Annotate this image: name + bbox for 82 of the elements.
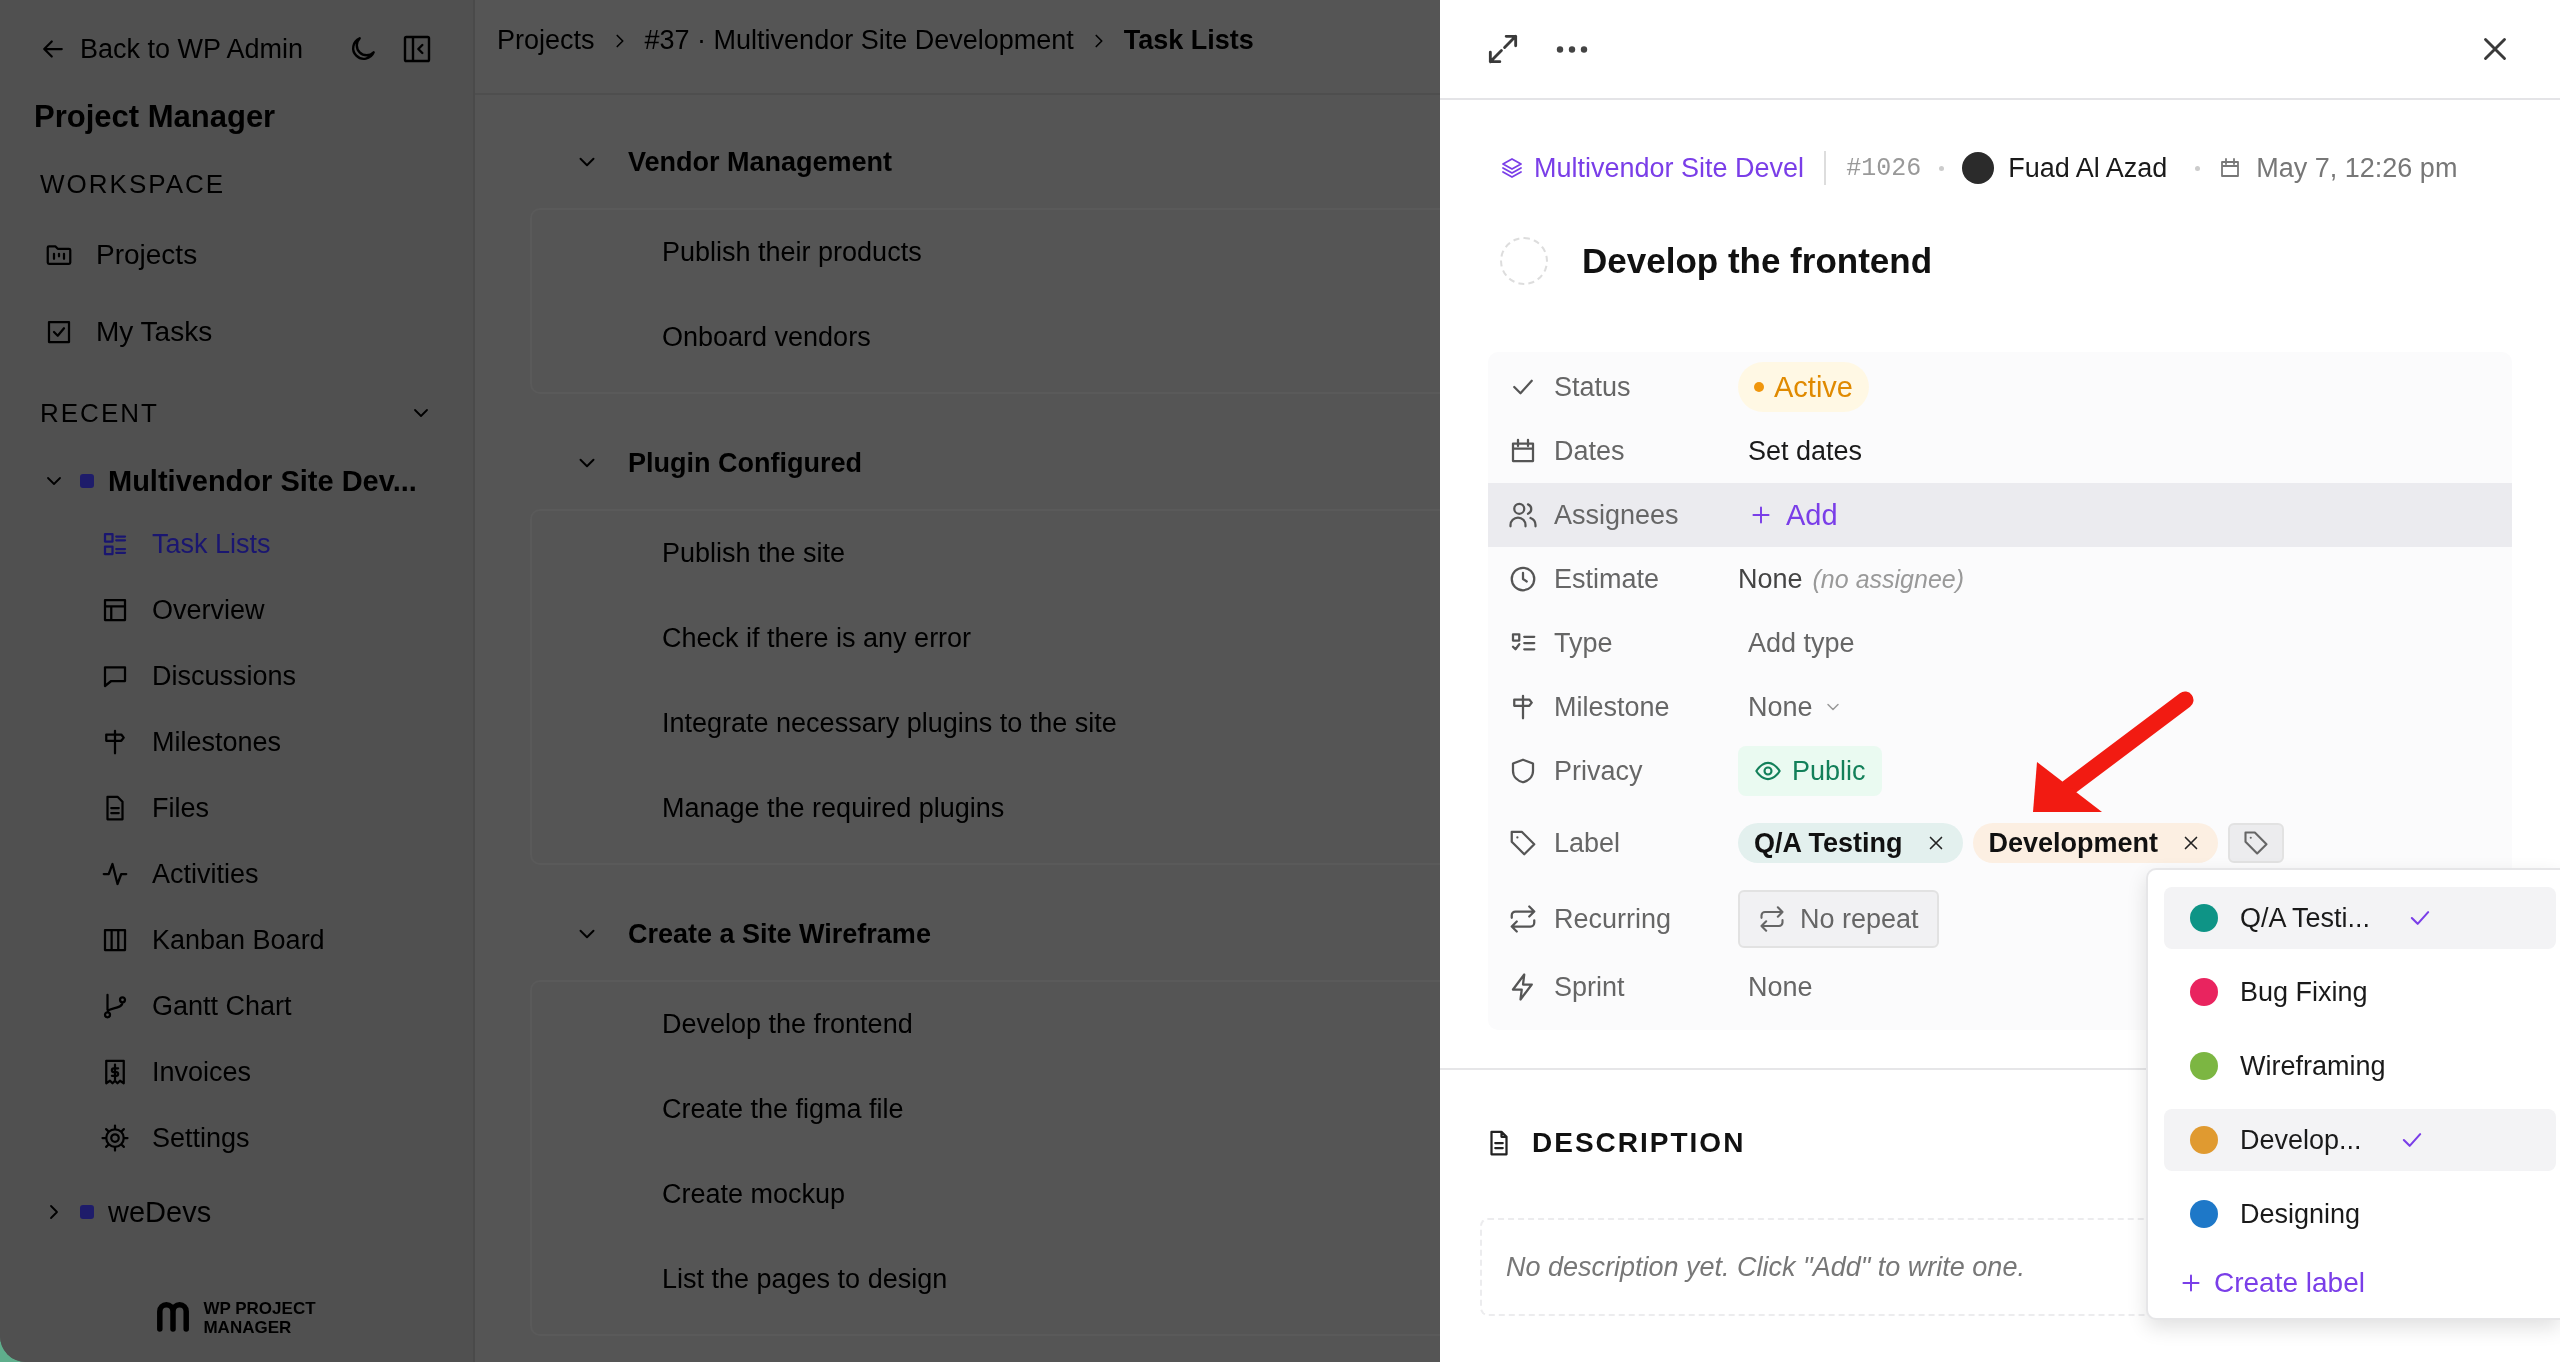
assignee-name: Fuad Al Azad xyxy=(2008,152,2168,184)
nav-item[interactable]: Discussions xyxy=(34,643,433,709)
task-title[interactable]: Integrate necessary plugins to the site xyxy=(662,708,1117,739)
property-label: Sprint xyxy=(1554,971,1626,1003)
breadcrumb-link[interactable]: Projects xyxy=(497,25,595,56)
tag-icon xyxy=(1508,828,1538,858)
label-option[interactable]: Q/A Testi... xyxy=(2164,887,2556,949)
section-heading: WORKSPACE xyxy=(39,168,227,201)
nav-item[interactable]: Invoices xyxy=(34,1039,433,1105)
section-heading: RECENT xyxy=(40,397,159,429)
breadcrumb-link[interactable]: Task Lists xyxy=(1123,25,1254,56)
property-label: Estimate xyxy=(1554,563,1661,595)
privacy-badge[interactable]: Public xyxy=(1738,746,1882,796)
property-label: Recurring xyxy=(1554,903,1673,935)
label-option[interactable]: Develop... xyxy=(2164,1109,2556,1171)
nav-item[interactable]: Task Lists xyxy=(34,511,433,577)
nav-item[interactable]: Milestones xyxy=(34,709,433,775)
collapse-sidebar-icon xyxy=(401,33,433,65)
property-value[interactable]: Set dates xyxy=(1738,435,1863,467)
nav-item[interactable]: Gantt Chart xyxy=(34,973,433,1039)
task-list-title: Plugin Configured xyxy=(628,447,862,479)
task-id: #1026 xyxy=(1846,153,1922,183)
complete-toggle[interactable] xyxy=(1500,237,1548,285)
property-value[interactable]: None xyxy=(1738,563,1803,595)
recurring-button[interactable]: No repeat xyxy=(1738,890,1939,948)
task-list-title: Vendor Management xyxy=(628,146,893,178)
status-badge[interactable]: Active xyxy=(1738,362,1869,412)
label-chip: Q/A Testing xyxy=(1738,823,1963,863)
nav-item[interactable]: My Tasks xyxy=(34,293,433,370)
task-title[interactable]: Check if there is any error xyxy=(662,623,972,654)
nav-item[interactable]: Activities xyxy=(34,841,433,907)
nav-item[interactable]: Projects xyxy=(34,216,433,293)
created-date: May 7, 12:26 pm xyxy=(2256,152,2458,184)
separator-dot-icon xyxy=(2195,165,2201,171)
more-options-icon[interactable] xyxy=(1556,43,1588,55)
repeat-icon xyxy=(1508,904,1538,934)
task-title[interactable]: Manage the required plugins xyxy=(662,793,1005,824)
task-list-title: Create a Site Wireframe xyxy=(628,918,931,950)
project-item[interactable]: weDevs xyxy=(34,1182,433,1242)
add-assignee-link[interactable]: Add xyxy=(1738,498,1838,532)
property-label: Assignees xyxy=(1554,499,1680,531)
app-title: Project Manager xyxy=(34,98,277,136)
nav-item[interactable]: Kanban Board xyxy=(34,907,433,973)
property-label: Type xyxy=(1554,627,1614,659)
clock-icon xyxy=(1508,564,1538,594)
nav-item[interactable]: Settings xyxy=(34,1105,433,1171)
section-heading: DESCRIPTION xyxy=(1532,1127,1746,1159)
logo-text: WP PROJECT xyxy=(203,1299,316,1318)
layers-icon xyxy=(1500,156,1524,180)
task-title[interactable]: Create the figma file xyxy=(662,1094,904,1125)
property-label: Milestone xyxy=(1554,691,1671,723)
property-label: Privacy xyxy=(1554,755,1644,787)
task-title[interactable]: Publish the site xyxy=(662,538,846,569)
avatar xyxy=(1962,152,1995,184)
project-link[interactable]: Multivendor Site Devel xyxy=(1500,152,1805,184)
property-value[interactable]: None xyxy=(1738,971,1813,1003)
property-label: Dates xyxy=(1554,435,1626,467)
task-title[interactable]: Onboard vendors xyxy=(662,322,871,353)
task-title[interactable]: Create mockup xyxy=(662,1179,846,1210)
project-item[interactable]: Multivendor Site Dev... xyxy=(34,451,433,511)
users-icon xyxy=(1508,500,1538,530)
logo-text: MANAGER xyxy=(203,1318,293,1337)
property-note: (no assignee) xyxy=(1812,564,1965,594)
breadcrumb-link[interactable]: #37 · Multivendor Site Development xyxy=(644,25,1074,56)
label-chip: Development xyxy=(1972,823,2219,863)
task-title[interactable]: List the pages to design xyxy=(662,1264,948,1295)
task-title: Develop the frontend xyxy=(1582,241,1933,281)
nav-item[interactable]: Overview xyxy=(34,577,433,643)
settings-icon xyxy=(100,1123,130,1153)
property-value[interactable]: Add type xyxy=(1738,627,1855,659)
task-title[interactable]: Develop the frontend xyxy=(662,1009,913,1040)
add-label-button[interactable] xyxy=(2228,823,2285,863)
property-label: Status xyxy=(1554,371,1632,403)
back-link[interactable]: Back to WP Admin xyxy=(34,33,304,65)
property-label: Label xyxy=(1554,827,1622,859)
label-option[interactable]: Wireframing xyxy=(2164,1035,2556,1097)
separator-dot-icon xyxy=(1939,165,1945,171)
nav-item[interactable]: Files xyxy=(34,775,433,841)
milestone-select[interactable]: None xyxy=(1738,691,1843,723)
repeat-icon xyxy=(1758,905,1786,933)
label-option[interactable]: Bug Fixing xyxy=(2164,961,2556,1023)
task-title[interactable]: Publish their products xyxy=(662,237,922,268)
